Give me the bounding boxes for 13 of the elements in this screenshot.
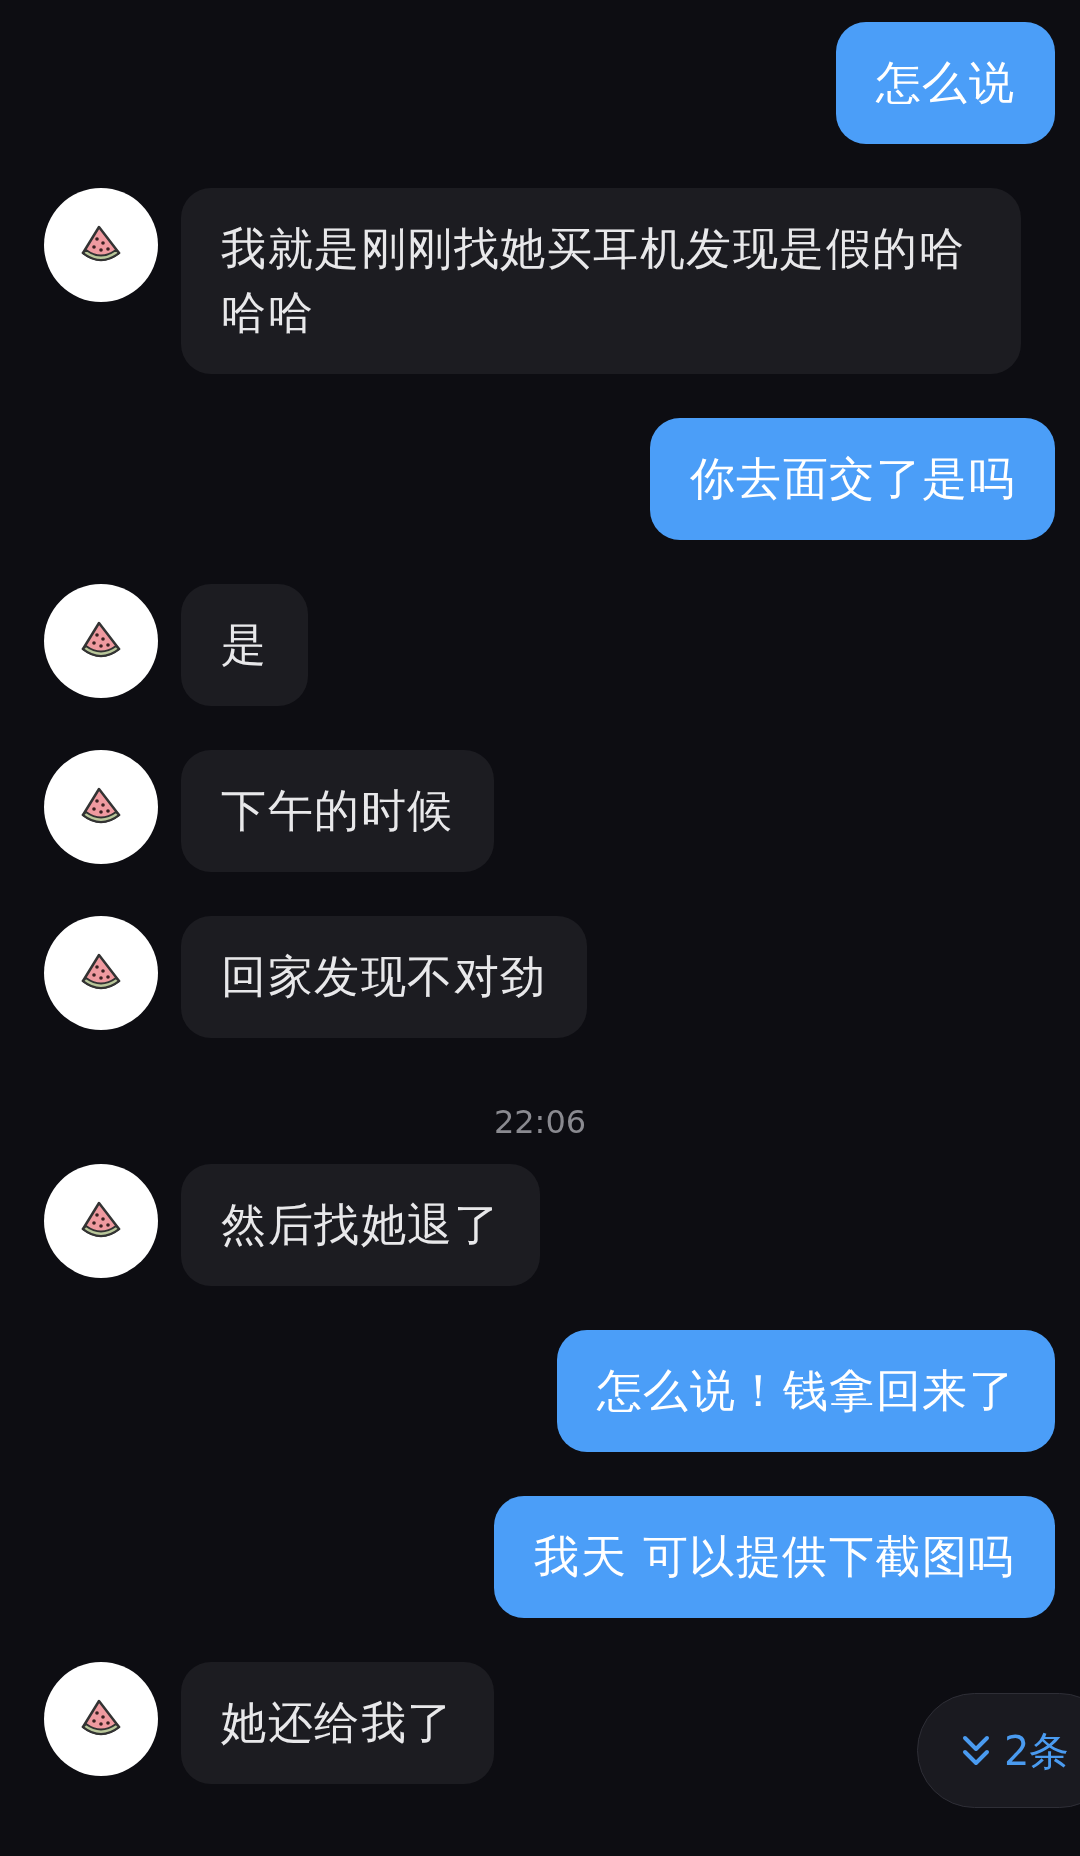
- received-message-bubble: 下午的时候: [181, 750, 494, 872]
- sent-message-bubble: 怎么说: [835, 22, 1055, 144]
- new-messages-button[interactable]: 2条: [917, 1693, 1080, 1808]
- received-message-bubble: 然后找她退了: [181, 1164, 540, 1286]
- sent-message-bubble: 我天 可以提供下截图吗: [494, 1496, 1055, 1618]
- received-message-bubble: 是: [181, 584, 308, 706]
- double-chevron-down-icon: [962, 1733, 990, 1768]
- received-message-bubble: 回家发现不对劲: [181, 916, 587, 1038]
- received-message-bubble: 我就是刚刚找她买耳机发现是假的哈哈哈: [181, 188, 1021, 374]
- received-message-bubble: 她还给我了: [181, 1662, 494, 1784]
- timestamp: 22:06: [493, 1102, 587, 1143]
- sent-message-bubble: 你去面交了是吗: [649, 418, 1055, 540]
- sent-message-bubble: 怎么说！钱拿回来了: [556, 1330, 1055, 1452]
